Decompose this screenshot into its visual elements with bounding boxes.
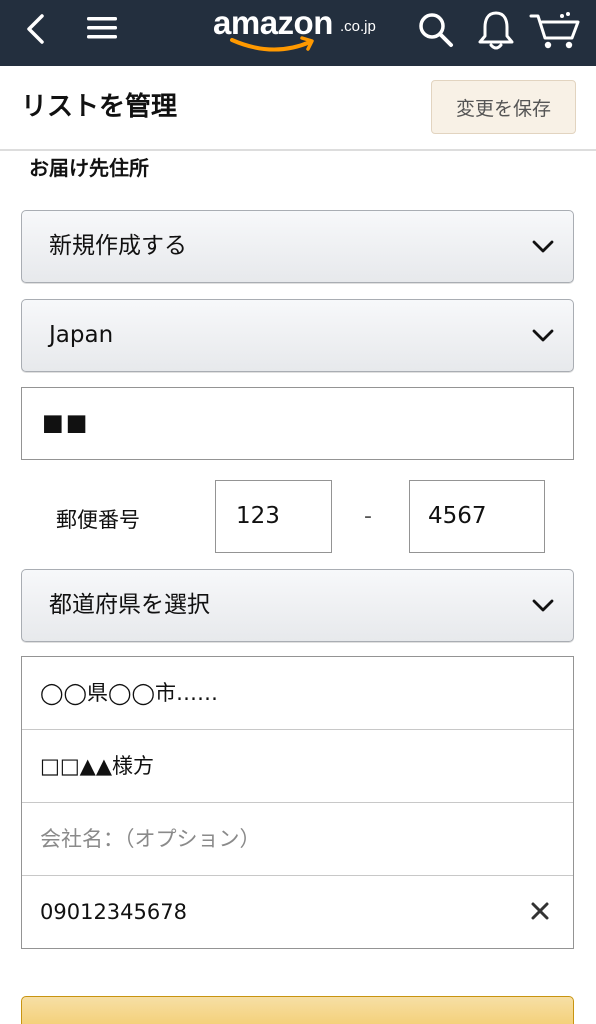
address-line2-input[interactable]: □□▲▲様方 [22, 730, 573, 803]
menu-icon[interactable] [85, 14, 119, 42]
page-title: リストを管理 [21, 92, 178, 122]
prefecture-select-dropdown[interactable]: 都道府県を選択 [21, 569, 574, 642]
address-line1-input[interactable]: ◯◯県◯◯市…… [22, 657, 573, 730]
address-select-dropdown[interactable]: 新規作成する [21, 210, 574, 283]
top-nav-bar: amazon .co.jp [0, 0, 596, 66]
cart-icon[interactable] [528, 10, 582, 50]
phone-number-input[interactable]: 09012345678 [22, 876, 573, 949]
postal-code-label: 郵便番号 [56, 508, 140, 532]
country-select-dropdown[interactable]: Japan [21, 299, 574, 372]
phone-number-value: 09012345678 [40, 900, 187, 924]
postal-code-first-input[interactable]: 123 [215, 480, 332, 553]
postal-code-dash: - [364, 504, 372, 529]
address-lines-group: ◯◯県◯◯市…… □□▲▲様方 会社名：（オプション） 09012345678 [21, 656, 574, 949]
continue-button[interactable] [21, 996, 574, 1024]
chevron-down-icon [532, 240, 554, 253]
bell-icon[interactable] [476, 8, 516, 52]
country-select-value: Japan [49, 322, 114, 348]
back-icon[interactable] [22, 12, 50, 46]
prefecture-select-value: 都道府県を選択 [49, 592, 210, 618]
amazon-logo[interactable]: amazon .co.jp [210, 4, 390, 54]
logo-smile-icon [230, 36, 314, 52]
address-select-value: 新規作成する [49, 233, 187, 259]
search-icon[interactable] [416, 10, 456, 50]
logo-suffix: .co.jp [340, 18, 376, 35]
name-field[interactable]: ■■ [21, 387, 574, 460]
chevron-down-icon [532, 599, 554, 612]
page-header: リストを管理 変更を保存 [0, 66, 596, 151]
company-name-input[interactable]: 会社名：（オプション） [22, 803, 573, 876]
chevron-down-icon [532, 329, 554, 342]
save-changes-button[interactable]: 変更を保存 [431, 80, 576, 134]
section-label-shipping-address: お届け先住所 [29, 156, 149, 180]
postal-code-second-input[interactable]: 4567 [409, 480, 545, 553]
clear-icon[interactable] [529, 900, 551, 922]
